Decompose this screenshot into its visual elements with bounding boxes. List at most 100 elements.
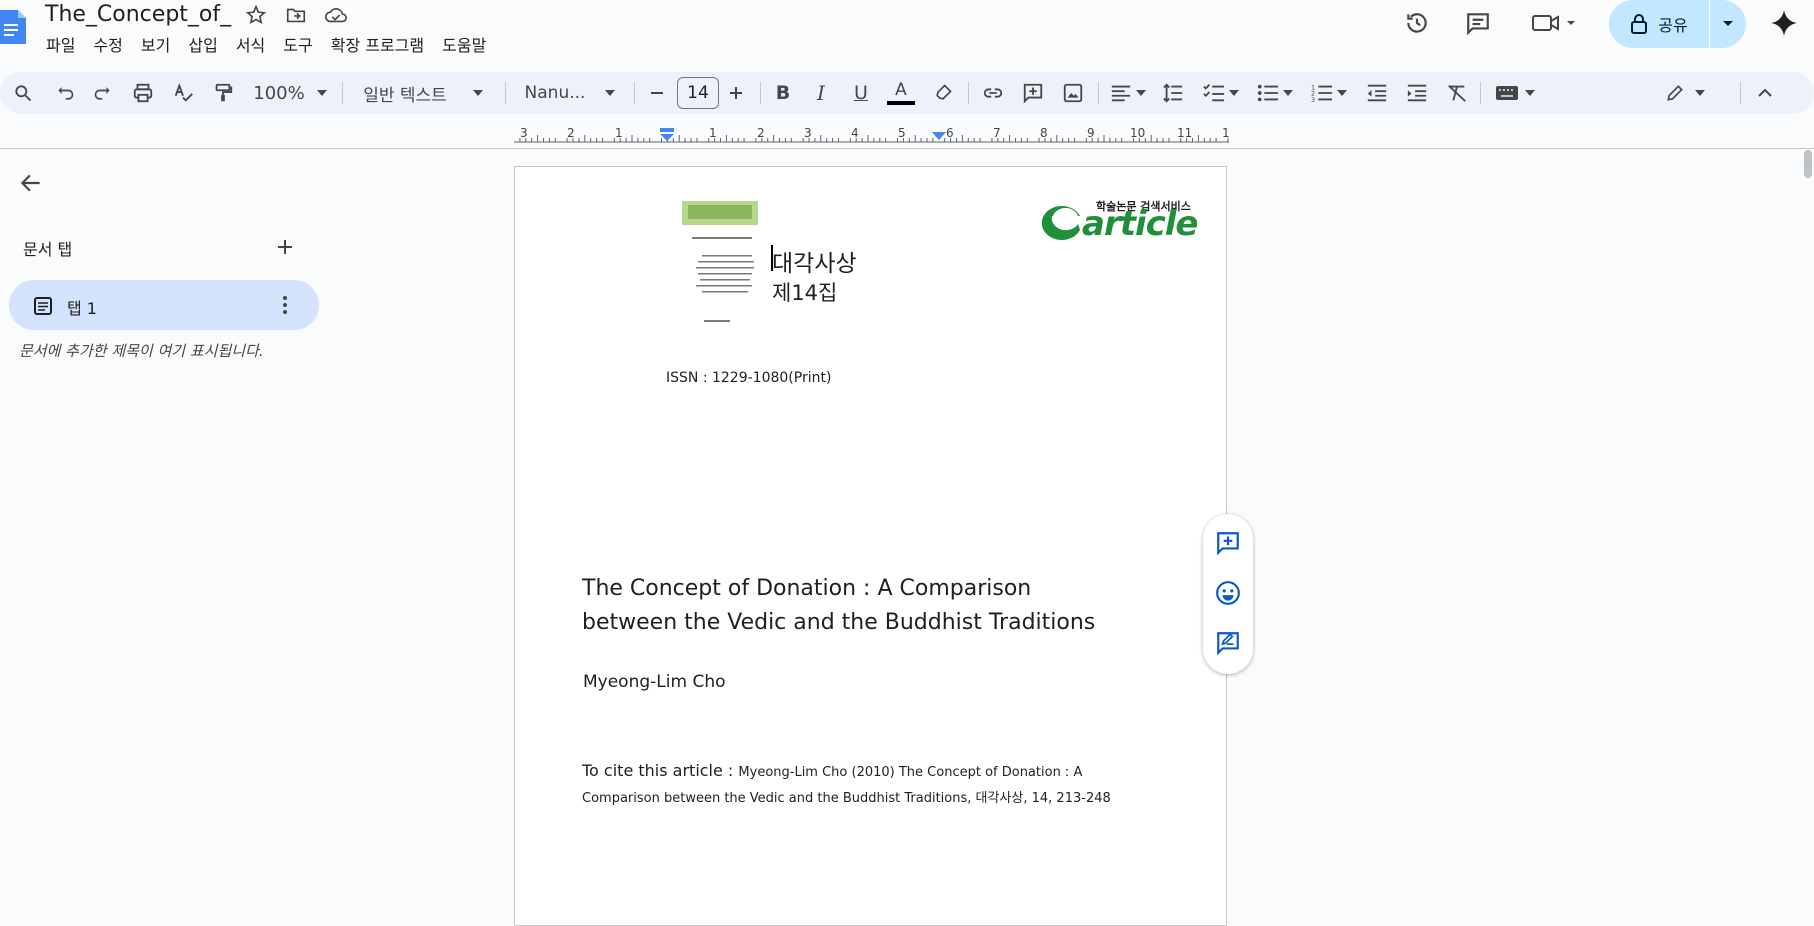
gemini-icon[interactable] [1769,8,1799,38]
menu-format[interactable]: 서식 [227,33,274,59]
font-value: Nanu... [524,83,586,103]
toolbar-divider [634,82,635,104]
font-size-input[interactable]: 14 [677,77,719,109]
document-tab-icon [33,296,53,320]
document-tabs-heading: 문서 탭 [23,240,73,259]
decrease-font-size-icon[interactable] [645,72,669,114]
style-value: 일반 텍스트 [363,85,447,106]
ruler-track[interactable]: 3 2 1 1 2 3 4 5 6 7 8 9 10 11 1 [514,122,1230,144]
style-select[interactable]: 일반 텍스트 [358,72,488,114]
share-main[interactable]: 공유 [1609,0,1709,48]
cloud-saved-icon[interactable] [324,4,347,26]
meet-icon[interactable] [1530,8,1580,38]
chevron-down-icon [1229,90,1239,96]
search-menus-icon[interactable] [8,72,38,114]
article-title-line-1: The Concept of Donation : A Comparison [582,576,1032,601]
sidebar-tab-1[interactable] [9,280,319,330]
share-label: 공유 [1658,16,1688,35]
ruler-number: 7 [993,126,1001,140]
add-comment-icon[interactable] [1018,72,1048,114]
issn-line: ISSN : 1229-1080(Print) [666,370,832,386]
chevron-down-icon [316,90,327,96]
insert-image-icon[interactable] [1058,72,1088,114]
bulleted-list-select[interactable] [1252,72,1298,114]
line-spacing-icon[interactable] [1158,72,1188,114]
comments-icon[interactable] [1463,8,1493,38]
move-folder-icon[interactable] [285,4,307,26]
add-comment-icon[interactable] [1215,530,1241,556]
zoom-select[interactable]: 100% [250,72,330,114]
menu-file[interactable]: 파일 [40,33,84,59]
document-title[interactable]: The_Concept_of_ [45,0,231,30]
paint-format-icon[interactable] [208,72,238,114]
italic-icon[interactable]: I [806,72,836,114]
ruler-number: 10 [1130,126,1146,140]
text-color-icon[interactable]: A [886,72,916,114]
clear-formatting-icon[interactable] [1442,72,1472,114]
outline-placeholder-note: 문서에 추가한 제목이 여기 표시됩니다. [19,342,264,360]
right-indent-marker[interactable] [932,128,946,142]
more-options-icon[interactable] [280,293,290,321]
floating-actions-panel [1203,514,1253,674]
ruler-number: 11 [1177,126,1193,140]
share-dropdown-icon[interactable] [1710,0,1746,48]
menu-bar: 파일 수정 보기 삽입 서식 도구 확장 프로그램 도움말 [40,33,495,59]
citation-text: Myeong-Lim Cho (2010) The Concept of Don… [738,765,1083,780]
chevron-down-icon [1525,90,1535,96]
toolbar: 100% 일반 텍스트 Nanu... 14 B I U A 123 [0,72,1814,114]
docs-app-icon[interactable] [0,4,26,48]
ruler-number: 3 [520,126,528,140]
ruler-number: 1 [1222,126,1230,140]
chevron-down-icon [1337,90,1347,96]
numbered-list-select[interactable]: 123 [1306,72,1352,114]
menu-view[interactable]: 보기 [132,33,179,59]
editing-mode-select[interactable] [1660,72,1710,114]
logo-wordmark: article [1082,204,1198,244]
menu-help[interactable]: 도움말 [433,33,495,59]
add-tab-icon[interactable] [274,236,296,258]
chevron-down-icon [472,90,483,96]
journal-cover-image [680,195,768,325]
version-history-icon[interactable] [1402,8,1432,38]
menu-tools[interactable]: 도구 [274,33,321,59]
ruler-number: 9 [1087,126,1095,140]
document-page[interactable] [514,166,1227,926]
ruler[interactable]: 3 2 1 1 2 3 4 5 6 7 8 9 10 11 1 [0,118,1814,149]
increase-indent-icon[interactable] [1402,72,1432,114]
share-button[interactable]: 공유 [1609,0,1746,48]
font-select[interactable]: Nanu... [520,72,620,114]
increase-font-size-icon[interactable] [724,72,748,114]
menu-edit[interactable]: 수정 [84,33,131,59]
bold-icon[interactable]: B [768,72,798,114]
citation-text-2: Comparison between the Vedic and the Bud… [582,791,1111,806]
input-tools-select[interactable] [1490,72,1540,114]
ruler-number: 3 [804,126,812,140]
ruler-number: 1 [615,126,623,140]
highlight-color-icon[interactable] [928,72,958,114]
sidebar-tab-label: 탭 1 [67,299,97,318]
checklist-select[interactable] [1198,72,1244,114]
star-icon[interactable] [245,4,267,26]
undo-icon[interactable] [50,72,80,114]
ruler-number: 1 [709,126,717,140]
menu-extensions[interactable]: 확장 프로그램 [322,33,433,59]
decrease-indent-icon[interactable] [1362,72,1392,114]
vertical-scrollbar-thumb[interactable] [1804,150,1812,178]
left-indent-marker[interactable] [659,128,675,142]
hide-menus-icon[interactable] [1750,72,1780,114]
insert-link-icon[interactable] [978,72,1008,114]
toolbar-divider [342,82,343,104]
article-author: Myeong-Lim Cho [583,672,726,692]
add-emoji-reaction-icon[interactable] [1215,580,1241,606]
align-select[interactable] [1106,72,1150,114]
suggest-edits-icon[interactable] [1215,630,1241,656]
underline-icon[interactable]: U [846,72,876,114]
ruler-number: 8 [1040,126,1048,140]
menu-insert[interactable]: 삽입 [179,33,226,59]
ruler-number: 6 [946,126,954,140]
redo-icon[interactable] [88,72,118,114]
back-arrow-icon[interactable] [18,170,44,196]
spellcheck-icon[interactable] [168,72,198,114]
print-icon[interactable] [128,72,158,114]
citation-block: To cite this article : Myeong-Lim Cho (2… [582,758,1202,812]
